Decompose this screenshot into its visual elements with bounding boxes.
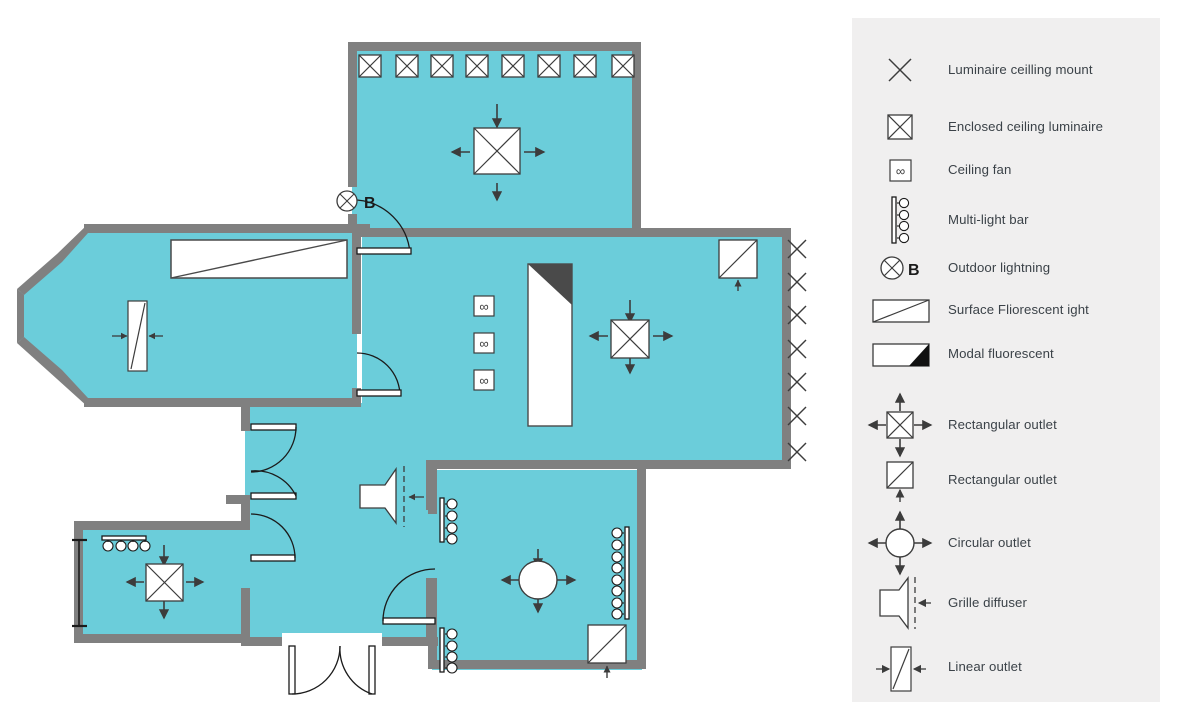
floor-plan-canvas: B ∞ ∞ ∞ xyxy=(17,42,807,695)
boxed-x-icon xyxy=(501,54,525,78)
legend-symbol xyxy=(852,294,948,326)
legend-item-label: Surface Fliorescent ight xyxy=(948,301,1089,317)
legend-item-label: Multi-light bar xyxy=(948,211,1029,227)
wall-center-right xyxy=(782,228,791,468)
legend-item-label: Rectangular outlet xyxy=(948,471,1057,487)
svg-text:∞: ∞ xyxy=(479,373,488,388)
boxed-infinity-icon: ∞ xyxy=(473,369,495,391)
floor-plan-diagram: B ∞ ∞ ∞ Luminaire ceilling mount Enclose… xyxy=(0,0,1178,725)
svg-text:∞: ∞ xyxy=(479,336,488,351)
wall-lower-left-bottom xyxy=(74,634,250,643)
legend-symbol xyxy=(852,53,948,87)
wall-corridor-left-upper xyxy=(241,403,250,431)
x-mark-icon xyxy=(888,58,912,82)
legend-symbol xyxy=(852,452,948,508)
legend-item-label: Circular outlet xyxy=(948,534,1031,550)
door-entry-swing-left xyxy=(291,645,341,695)
door-lower-right-panel xyxy=(382,617,436,625)
legend-item-surface-fliorescent-ight[interactable]: Surface Fliorescent ight xyxy=(852,293,1160,327)
legend-panel: Luminaire ceilling mount Enclosed ceilin… xyxy=(852,18,1160,702)
legend-item-multi-light-bar[interactable]: Multi-light bar xyxy=(852,192,1160,248)
legend-item-label: Modal fluorescent xyxy=(948,345,1054,361)
wall-bay-bottom-right xyxy=(274,398,361,407)
boxed-x-icon xyxy=(887,114,913,140)
room-fill-bay-nose xyxy=(20,228,88,403)
legend-item-rectangular-outlet-diagonal[interactable]: Rectangular outlet xyxy=(852,450,1160,510)
legend-item-outdoor-lightning[interactable]: B Outdoor lightning xyxy=(852,251,1160,285)
legend-symbol xyxy=(852,391,948,459)
wall-bay-nose-left xyxy=(17,289,24,343)
door-corridor-1-panel-a xyxy=(250,423,297,431)
room-fill-corridor xyxy=(245,403,435,643)
diagonal-rect-icon xyxy=(872,299,930,323)
boxed-x-icon xyxy=(395,54,419,78)
legend-symbol xyxy=(852,574,948,632)
svg-text:∞: ∞ xyxy=(479,299,488,314)
boxed-infinity-icon: ∞ xyxy=(889,159,912,182)
legend-item-luminaire-ceiling-mount[interactable]: Luminaire ceilling mount xyxy=(852,48,1160,92)
legend-symbol xyxy=(852,509,948,577)
door-corridor-1-panel-b xyxy=(250,492,297,500)
rectangular-outlet-diagonal xyxy=(587,624,627,678)
legend-symbol xyxy=(852,193,948,247)
legend-item-label: Ceiling fan xyxy=(948,161,1012,177)
legend-symbol: B xyxy=(852,252,948,284)
boxed-x-icon xyxy=(573,54,597,78)
surface-fliorescent-ight-fixture xyxy=(170,239,348,279)
door-corridor-2-panel xyxy=(250,554,296,562)
wall-center-top xyxy=(358,228,791,237)
circle-four-arrow-icon xyxy=(867,510,933,576)
outdoor-light-badge: B xyxy=(364,195,376,212)
boxed-x-icon xyxy=(358,54,382,78)
legend-item-modal-fluorescent[interactable]: Modal fluorescent xyxy=(852,337,1160,371)
multi-light-bar-icon xyxy=(891,196,910,244)
legend-symbol xyxy=(852,338,948,370)
legend-item-label: Grille diffuser xyxy=(948,594,1027,610)
legend-symbol xyxy=(852,639,948,695)
legend-item-ceiling-fan[interactable]: ∞ Ceiling fan xyxy=(852,155,1160,185)
boxed-x-four-arrow-icon xyxy=(867,392,933,458)
legend-symbol: ∞ xyxy=(852,156,948,184)
legend-item-label: Enclosed ceiling luminaire xyxy=(948,118,1104,134)
wall-corridor-spur xyxy=(226,495,244,504)
wall-bay-top xyxy=(84,224,361,233)
door-top-room-panel xyxy=(356,247,412,255)
legend-item-linear-outlet[interactable]: Linear outlet xyxy=(852,638,1160,696)
door-entry-leaf-right xyxy=(368,645,376,695)
wall-top-room-left xyxy=(348,42,357,187)
circle-x-b-icon: B xyxy=(880,256,920,280)
svg-text:∞: ∞ xyxy=(896,164,905,179)
legend-item-label: Rectangular outlet xyxy=(948,416,1057,432)
diagonal-square-arrow-icon xyxy=(886,461,914,502)
wall-bay-right xyxy=(352,224,361,334)
legend-item-circular-outlet[interactable]: Circular outlet xyxy=(852,508,1160,578)
wall-top-room-top xyxy=(348,42,641,51)
modal-fluorescent-icon xyxy=(872,343,930,367)
legend-item-enclosed-ceiling-luminaire[interactable]: Enclosed ceiling luminaire xyxy=(852,105,1160,149)
boxed-x-icon xyxy=(465,54,489,78)
legend-symbol xyxy=(852,110,948,144)
boxed-infinity-icon: ∞ xyxy=(473,295,495,317)
wall-lower-right-right xyxy=(637,466,646,669)
wall-lower-right-left-upper xyxy=(428,466,437,514)
svg-text:B: B xyxy=(908,262,920,279)
door-entry-swing-right xyxy=(339,645,373,695)
legend-item-label: Luminaire ceilling mount xyxy=(948,61,1093,77)
boxed-x-icon xyxy=(611,54,635,78)
modal-fluorescent-fixture xyxy=(527,263,573,427)
linear-outlet-icon xyxy=(876,646,926,692)
wall-center-bottom-right xyxy=(430,460,791,469)
door-entry-leaf-left xyxy=(288,645,296,695)
ceiling-fan-group: ∞ ∞ ∞ xyxy=(473,295,495,391)
boxed-x-icon xyxy=(430,54,454,78)
entry-opening xyxy=(282,633,382,647)
boxed-x-icon xyxy=(537,54,561,78)
grille-diffuser-icon xyxy=(879,576,931,630)
legend-item-label: Outdoor lightning xyxy=(948,259,1051,275)
legend-item-label: Linear outlet xyxy=(948,658,1022,674)
boxed-infinity-icon: ∞ xyxy=(473,332,495,354)
wall-lower-left-top xyxy=(74,521,250,530)
legend-item-grille-diffuser[interactable]: Grille diffuser xyxy=(852,573,1160,633)
door-bay-right-panel xyxy=(356,389,402,397)
